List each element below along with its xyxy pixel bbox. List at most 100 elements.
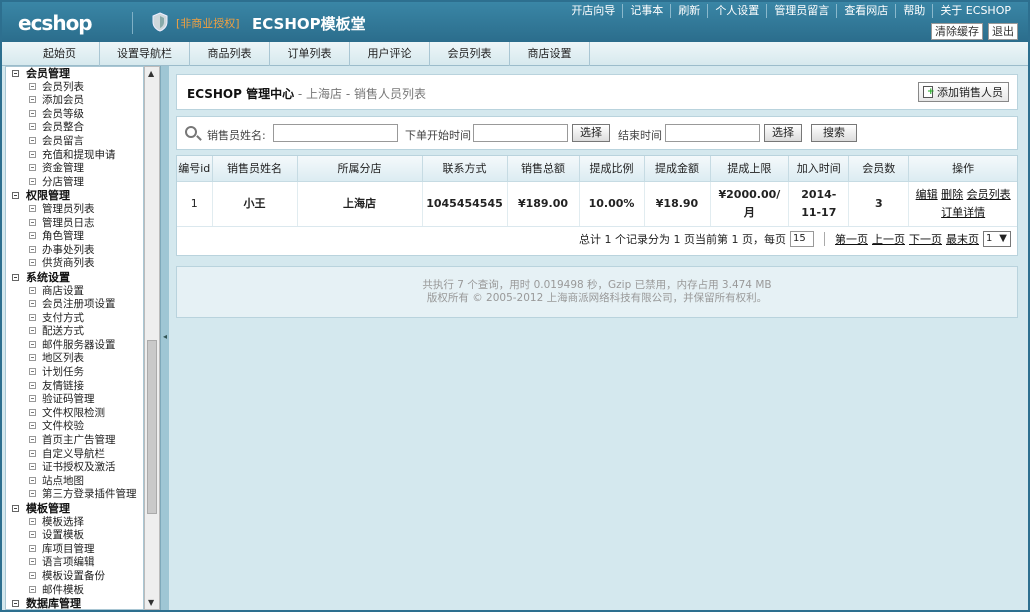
sidebar-item[interactable]: 文件权限检测	[6, 407, 143, 421]
collapse-arrow-icon[interactable]: ◂	[163, 332, 167, 341]
scroll-thumb[interactable]	[147, 340, 157, 514]
sidebar-item[interactable]: 证书授权及激活	[6, 461, 143, 475]
sidebar-group[interactable]: 会员管理	[6, 67, 143, 81]
first-page-link[interactable]: 第一页	[835, 231, 868, 247]
sidebar-item[interactable]: 地区列表	[6, 352, 143, 366]
link-about[interactable]: 关于 ECSHOP	[932, 4, 1018, 18]
sidebar-item[interactable]: 站点地图	[6, 475, 143, 489]
link-view-store[interactable]: 查看网店	[836, 4, 895, 18]
sidebar-group[interactable]: 系统设置	[6, 271, 143, 285]
sidebar-item[interactable]: 资金管理	[6, 162, 143, 176]
sidebar-item[interactable]: 添加会员	[6, 94, 143, 108]
sidebar-item[interactable]: 设置模板	[6, 529, 143, 543]
collapse-icon[interactable]	[12, 192, 19, 200]
sidebar-item[interactable]: 供货商列表	[6, 257, 143, 271]
sidebar-item[interactable]: 库项目管理	[6, 543, 143, 557]
menu-item-icon	[29, 218, 36, 226]
sidebar-item[interactable]: 会员整合	[6, 121, 143, 135]
sidebar-item[interactable]: 商店设置	[6, 285, 143, 299]
menu-item-icon	[29, 558, 36, 566]
sidebar-item[interactable]: 首页主广告管理	[6, 434, 143, 448]
sidebar-item[interactable]: 友情链接	[6, 380, 143, 394]
admin-window: ecshop [非商业授权] ECSHOP模板堂 开店向导 记事本 刷新 个人设…	[2, 2, 1028, 610]
sidebar-group[interactable]: 权限管理	[6, 189, 143, 203]
order-detail-link[interactable]: 订单详情	[941, 206, 985, 219]
collapse-icon[interactable]	[12, 600, 19, 608]
menu-item-icon	[29, 109, 36, 117]
tab-store-settings[interactable]: 商店设置	[510, 42, 590, 66]
collapse-icon[interactable]	[12, 505, 19, 512]
pager-summary: 总计 1 个记录分为 1 页当前第 1 页，每页	[579, 233, 786, 246]
sidebar-item-label: 管理员日志	[42, 216, 95, 229]
tab-product-list[interactable]: 商品列表	[190, 42, 270, 66]
sidebar-item[interactable]: 角色管理	[6, 230, 143, 244]
member-list-link[interactable]: 会员列表	[967, 188, 1011, 201]
next-page-link[interactable]: 下一页	[909, 231, 942, 247]
tab-user-reviews[interactable]: 用户评论	[350, 42, 430, 66]
sidebar-item[interactable]: 办事处列表	[6, 244, 143, 258]
start-time-select-button[interactable]: 选择	[572, 124, 610, 142]
add-salesperson-button[interactable]: 添加销售人员	[918, 82, 1009, 102]
menu-item-icon	[29, 96, 36, 104]
sidebar-item[interactable]: 充值和提现申请	[6, 149, 143, 163]
tab-member-list[interactable]: 会员列表	[430, 42, 510, 66]
sidebar-item[interactable]: 分店管理	[6, 176, 143, 190]
sidebar-item[interactable]: 会员等级	[6, 108, 143, 122]
search-button[interactable]: 搜索	[811, 124, 857, 142]
sidebar-item[interactable]: 管理员日志	[6, 217, 143, 231]
menu-item-icon	[29, 300, 36, 308]
sidebar-item[interactable]: 语言项编辑	[6, 556, 143, 570]
link-notepad[interactable]: 记事本	[622, 4, 670, 18]
link-admin-messages[interactable]: 管理员留言	[766, 4, 836, 18]
link-setup-wizard[interactable]: 开店向导	[564, 4, 622, 18]
end-time-select-button[interactable]: 选择	[764, 124, 802, 142]
last-page-link[interactable]: 最末页	[946, 231, 979, 247]
sidebar-splitter[interactable]: ◂	[160, 66, 169, 610]
sidebar-item[interactable]: 会员留言	[6, 135, 143, 149]
scroll-down-icon[interactable]: ▼	[148, 598, 154, 607]
sidebar-item[interactable]: 验证码管理	[6, 393, 143, 407]
link-refresh[interactable]: 刷新	[670, 4, 707, 18]
sidebar-item[interactable]: 模板选择	[6, 516, 143, 530]
sidebar-item[interactable]: 文件校验	[6, 420, 143, 434]
sidebar-item[interactable]: 计划任务	[6, 366, 143, 380]
clear-cache-button[interactable]: 清除缓存	[931, 23, 983, 40]
scroll-up-icon[interactable]: ▲	[148, 69, 154, 78]
sidebar-scrollbar[interactable]: ▲ ▼	[144, 66, 160, 610]
logout-button[interactable]: 退出	[988, 23, 1018, 40]
cell-rate: 10.00%	[579, 181, 645, 227]
end-time-input[interactable]	[665, 124, 760, 142]
page-title-bar: ECSHOP 管理中心 - 上海店 - 销售人员列表 添加销售人员	[176, 74, 1018, 110]
delete-link[interactable]: 删除	[941, 188, 963, 201]
sidebar-item[interactable]: 邮件模板	[6, 584, 143, 598]
link-help[interactable]: 帮助	[895, 4, 932, 18]
tab-start-page[interactable]: 起始页	[20, 42, 100, 66]
page-size-input[interactable]: 15	[790, 231, 814, 247]
salesperson-name-input[interactable]	[273, 124, 398, 142]
sidebar-item[interactable]: 邮件服务器设置	[6, 339, 143, 353]
sidebar-item[interactable]: 会员列表	[6, 81, 143, 95]
sidebar-item[interactable]: 配送方式	[6, 325, 143, 339]
tab-order-list[interactable]: 订单列表	[270, 42, 350, 66]
sidebar-group[interactable]: 数据库管理	[6, 597, 143, 610]
sidebar-item[interactable]: 会员注册项设置	[6, 298, 143, 312]
collapse-icon[interactable]	[12, 70, 19, 77]
footer-copyright: 版权所有 © 2005-2012 上海商派网络科技有限公司，并保留所有权利。	[426, 292, 768, 304]
sidebar-item[interactable]: 自定义导航栏	[6, 448, 143, 462]
start-time-input[interactable]	[473, 124, 568, 142]
sidebar-group[interactable]: 模板管理	[6, 502, 143, 516]
menu-item-icon	[29, 571, 36, 579]
prev-page-link[interactable]: 上一页	[872, 231, 905, 247]
edit-link[interactable]: 编辑	[916, 188, 938, 201]
sidebar-item[interactable]: 管理员列表	[6, 203, 143, 217]
collapse-icon[interactable]	[12, 273, 19, 281]
sidebar-group-label: 数据库管理	[26, 597, 81, 610]
sidebar-item[interactable]: 模板设置备份	[6, 570, 143, 584]
link-personal-settings[interactable]: 个人设置	[707, 4, 766, 18]
license-status[interactable]: [非商业授权]	[176, 15, 240, 31]
page-select[interactable]: 1 ▼	[983, 231, 1011, 247]
sidebar-item[interactable]: 支付方式	[6, 312, 143, 326]
tab-nav-settings[interactable]: 设置导航栏	[100, 42, 190, 66]
menu-item-icon	[29, 313, 36, 321]
sidebar-item[interactable]: 第三方登录插件管理	[6, 488, 143, 502]
